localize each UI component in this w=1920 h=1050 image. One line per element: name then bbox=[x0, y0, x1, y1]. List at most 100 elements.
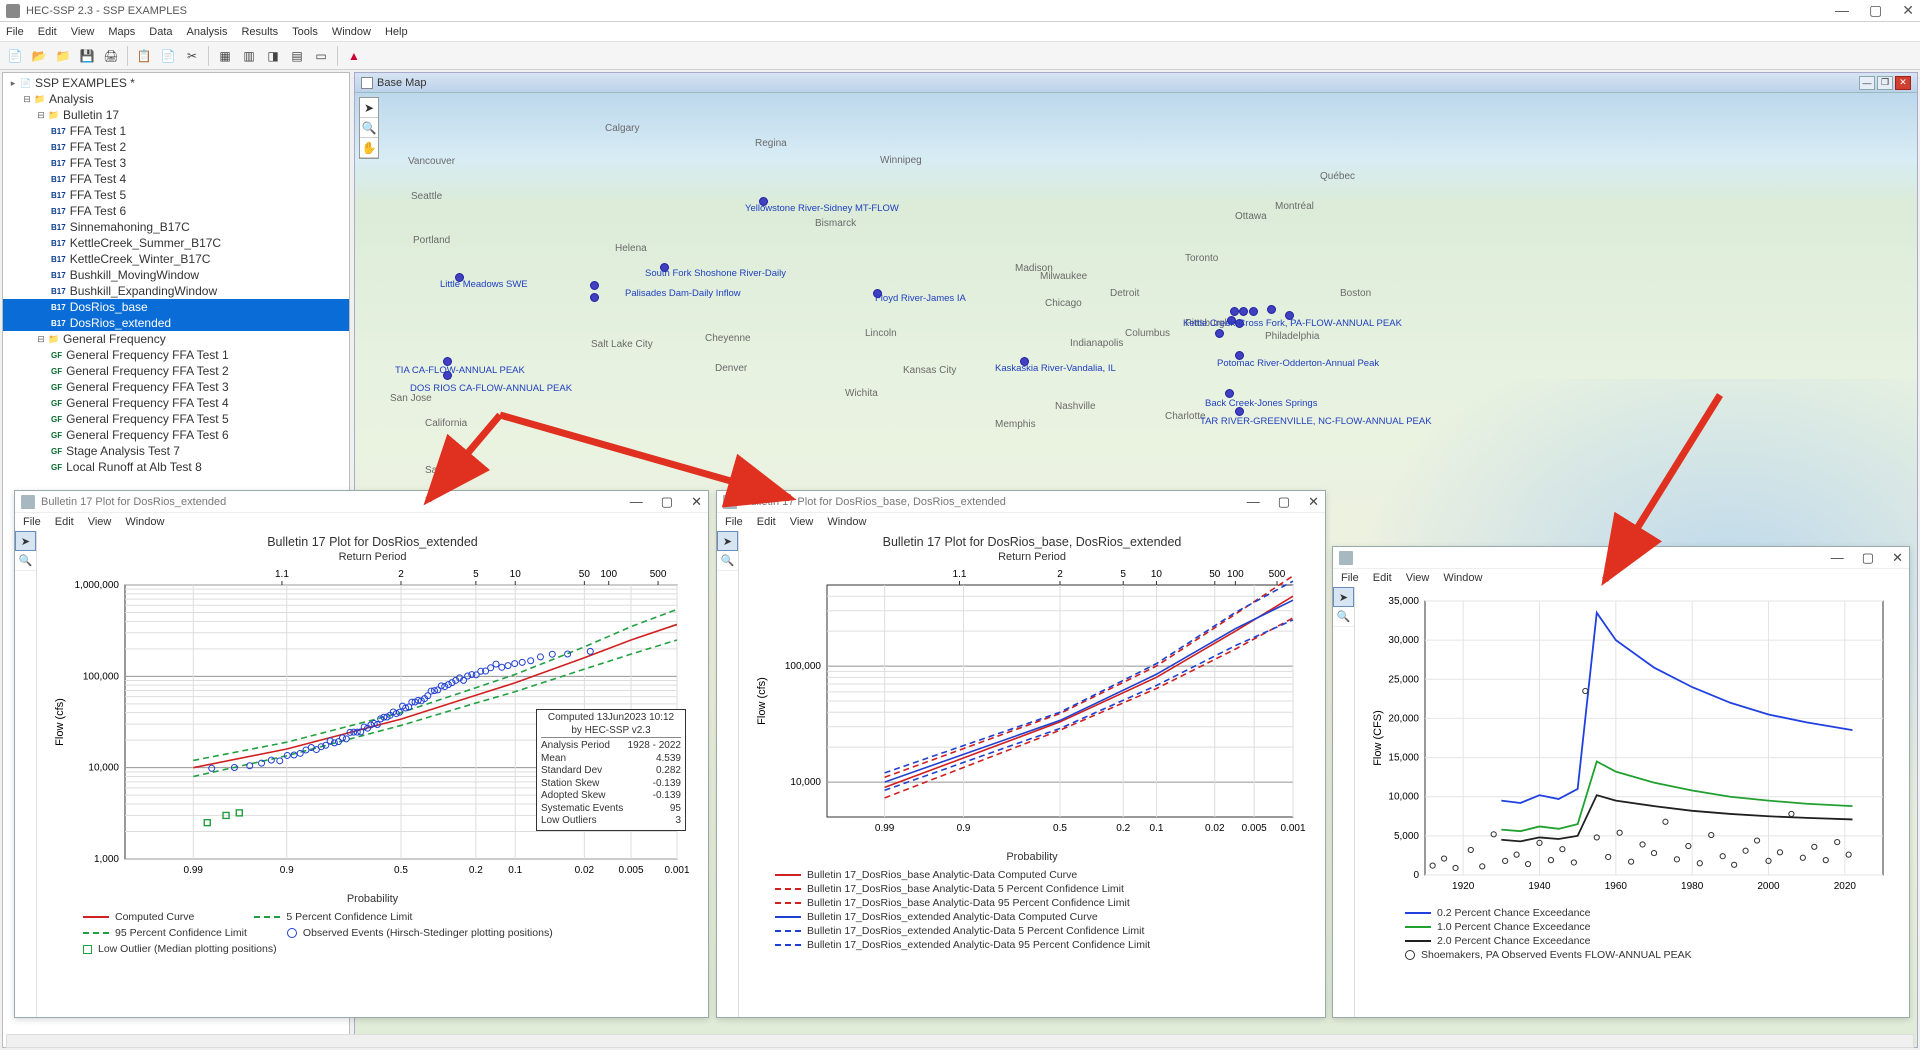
tree-row[interactable]: B17FFA Test 5 bbox=[3, 187, 349, 203]
pointer-tool-icon[interactable]: ➤ bbox=[1333, 587, 1354, 607]
zoom-tool-icon[interactable]: 🔍 bbox=[15, 551, 36, 571]
tree-row[interactable]: B17FFA Test 6 bbox=[3, 203, 349, 219]
menu-window[interactable]: Window bbox=[332, 26, 371, 38]
tree-row[interactable]: B17DosRios_base bbox=[3, 299, 349, 315]
win2-menu-window[interactable]: Window bbox=[827, 516, 866, 528]
tree-row[interactable]: GFStage Analysis Test 7 bbox=[3, 443, 349, 459]
win3-menu-edit[interactable]: Edit bbox=[1373, 572, 1392, 584]
win1-titlebar[interactable]: Bulletin 17 Plot for DosRios_extended — … bbox=[15, 491, 708, 513]
tree-row[interactable]: GFGeneral Frequency FFA Test 3 bbox=[3, 379, 349, 395]
tree-row[interactable]: ⊟📁Bulletin 17 bbox=[3, 107, 349, 123]
site-label[interactable]: TIA CA-FLOW-ANNUAL PEAK bbox=[395, 365, 525, 376]
site-dot[interactable] bbox=[1230, 307, 1239, 316]
tree-row[interactable]: GFGeneral Frequency FFA Test 4 bbox=[3, 395, 349, 411]
menu-help[interactable]: Help bbox=[385, 26, 408, 38]
panel2-icon[interactable]: ▥ bbox=[238, 45, 260, 67]
win1-menu-edit[interactable]: Edit bbox=[55, 516, 74, 528]
win1-menu-window[interactable]: Window bbox=[125, 516, 164, 528]
win3-plot[interactable]: 05,00010,00015,00020,00025,00030,00035,0… bbox=[1365, 591, 1895, 901]
pointer-tool-icon[interactable]: ➤ bbox=[717, 531, 738, 551]
close-button[interactable]: ✕ bbox=[1902, 2, 1914, 19]
site-label[interactable]: Yellowstone River-Sidney MT-FLOW bbox=[745, 203, 899, 214]
win3-close-icon[interactable]: ✕ bbox=[1892, 550, 1903, 566]
win2-menu-file[interactable]: File bbox=[725, 516, 743, 528]
win1-menu-file[interactable]: File bbox=[23, 516, 41, 528]
minimize-button[interactable]: — bbox=[1835, 2, 1849, 19]
site-label[interactable]: Floyd River-James IA bbox=[875, 293, 966, 304]
tree-row[interactable]: GFGeneral Frequency FFA Test 5 bbox=[3, 411, 349, 427]
win2-minimize-icon[interactable]: — bbox=[1247, 494, 1260, 510]
site-label[interactable]: Kettle Creek-Cross Fork, PA-FLOW-ANNUAL … bbox=[1183, 318, 1402, 329]
pan-tool-icon[interactable]: ✋ bbox=[360, 138, 378, 158]
win1-close-icon[interactable]: ✕ bbox=[691, 494, 702, 510]
site-label[interactable]: Potomac River-Odderton-Annual Peak bbox=[1217, 358, 1379, 369]
close-project-icon[interactable]: 📁 bbox=[52, 45, 74, 67]
win2-maximize-icon[interactable]: ▢ bbox=[1278, 494, 1290, 510]
tree-row[interactable]: B17KettleCreek_Summer_B17C bbox=[3, 235, 349, 251]
panel5-icon[interactable]: ▭ bbox=[310, 45, 332, 67]
paste-icon[interactable]: 📄 bbox=[157, 45, 179, 67]
tree-row[interactable]: B17KettleCreek_Winter_B17C bbox=[3, 251, 349, 267]
site-label[interactable]: Palisades Dam-Daily Inflow bbox=[625, 288, 741, 299]
tree-row[interactable]: B17Sinnemahoning_B17C bbox=[3, 219, 349, 235]
tree-row[interactable]: B17Bushkill_MovingWindow bbox=[3, 267, 349, 283]
menu-data[interactable]: Data bbox=[149, 26, 172, 38]
site-dot[interactable] bbox=[1267, 305, 1276, 314]
tree-row[interactable]: B17FFA Test 2 bbox=[3, 139, 349, 155]
pointer-tool-icon[interactable]: ➤ bbox=[360, 98, 378, 118]
site-label[interactable]: TAR RIVER-GREENVILLE, NC-FLOW-ANNUAL PEA… bbox=[1200, 416, 1432, 427]
zoom-tool-icon[interactable]: 🔍 bbox=[360, 118, 378, 138]
pointer-tool-icon[interactable]: ➤ bbox=[15, 531, 36, 551]
site-label[interactable]: Back Creek-Jones Springs bbox=[1205, 398, 1317, 409]
menu-view[interactable]: View bbox=[71, 26, 95, 38]
win2-plot[interactable]: 10,000100,0000.990.90.50.20.10.020.0050.… bbox=[749, 563, 1311, 851]
tree-row[interactable]: ▸📄SSP EXAMPLES * bbox=[3, 75, 349, 91]
zoom-tool-icon[interactable]: 🔍 bbox=[1333, 607, 1354, 627]
panel3-icon[interactable]: ◨ bbox=[262, 45, 284, 67]
menu-edit[interactable]: Edit bbox=[38, 26, 57, 38]
win1-maximize-icon[interactable]: ▢ bbox=[661, 494, 673, 510]
status-scrollbar[interactable] bbox=[6, 1034, 1914, 1048]
site-dot[interactable] bbox=[1215, 329, 1224, 338]
menu-file[interactable]: File bbox=[6, 26, 24, 38]
panel1-icon[interactable]: ▦ bbox=[214, 45, 236, 67]
distribution-icon[interactable]: ▲ bbox=[343, 45, 365, 67]
cut-icon[interactable]: ✂ bbox=[181, 45, 203, 67]
tree-row[interactable]: GFGeneral Frequency FFA Test 2 bbox=[3, 363, 349, 379]
menu-tools[interactable]: Tools bbox=[292, 26, 318, 38]
site-dot[interactable] bbox=[590, 293, 599, 302]
win3-titlebar[interactable]: — ▢ ✕ bbox=[1333, 547, 1909, 569]
map-restore-icon[interactable]: ❐ bbox=[1877, 76, 1893, 90]
win1-menu-view[interactable]: View bbox=[88, 516, 112, 528]
win2-menu-view[interactable]: View bbox=[790, 516, 814, 528]
open-icon[interactable]: 📂 bbox=[28, 45, 50, 67]
tree-row[interactable]: ⊟📁General Frequency bbox=[3, 331, 349, 347]
plot-window-1[interactable]: Bulletin 17 Plot for DosRios_extended — … bbox=[14, 490, 709, 1018]
site-label[interactable]: DOS RIOS CA-FLOW-ANNUAL PEAK bbox=[410, 383, 572, 394]
save-icon[interactable]: 💾 bbox=[76, 45, 98, 67]
win2-close-icon[interactable]: ✕ bbox=[1308, 494, 1319, 510]
tree-row[interactable]: B17Bushkill_ExpandingWindow bbox=[3, 283, 349, 299]
map-close-icon[interactable]: ✕ bbox=[1895, 76, 1911, 90]
win3-menu-file[interactable]: File bbox=[1341, 572, 1359, 584]
win2-titlebar[interactable]: Bulletin 17 Plot for DosRios_base, DosRi… bbox=[717, 491, 1325, 513]
tree-row[interactable]: GFGeneral Frequency FFA Test 1 bbox=[3, 347, 349, 363]
menu-maps[interactable]: Maps bbox=[108, 26, 135, 38]
tree-row[interactable]: ⊟📁Analysis bbox=[3, 91, 349, 107]
panel4-icon[interactable]: ▤ bbox=[286, 45, 308, 67]
tree-row[interactable]: B17FFA Test 1 bbox=[3, 123, 349, 139]
win3-maximize-icon[interactable]: ▢ bbox=[1862, 550, 1874, 566]
win3-menu-window[interactable]: Window bbox=[1443, 572, 1482, 584]
zoom-tool-icon[interactable]: 🔍 bbox=[717, 551, 738, 571]
map-minimize-icon[interactable]: — bbox=[1859, 76, 1875, 90]
tree-row[interactable]: GFLocal Runoff at Alb Test 8 bbox=[3, 459, 349, 475]
site-dot[interactable] bbox=[1225, 389, 1234, 398]
win3-menu-view[interactable]: View bbox=[1406, 572, 1430, 584]
tree-row[interactable]: B17DosRios_extended bbox=[3, 315, 349, 331]
site-dot[interactable] bbox=[1249, 307, 1258, 316]
map-titlebar[interactable]: Base Map — ❐ ✕ bbox=[355, 73, 1917, 93]
site-dot[interactable] bbox=[1239, 307, 1248, 316]
new-icon[interactable]: 📄 bbox=[4, 45, 26, 67]
win2-menu-edit[interactable]: Edit bbox=[757, 516, 776, 528]
menu-results[interactable]: Results bbox=[241, 26, 278, 38]
